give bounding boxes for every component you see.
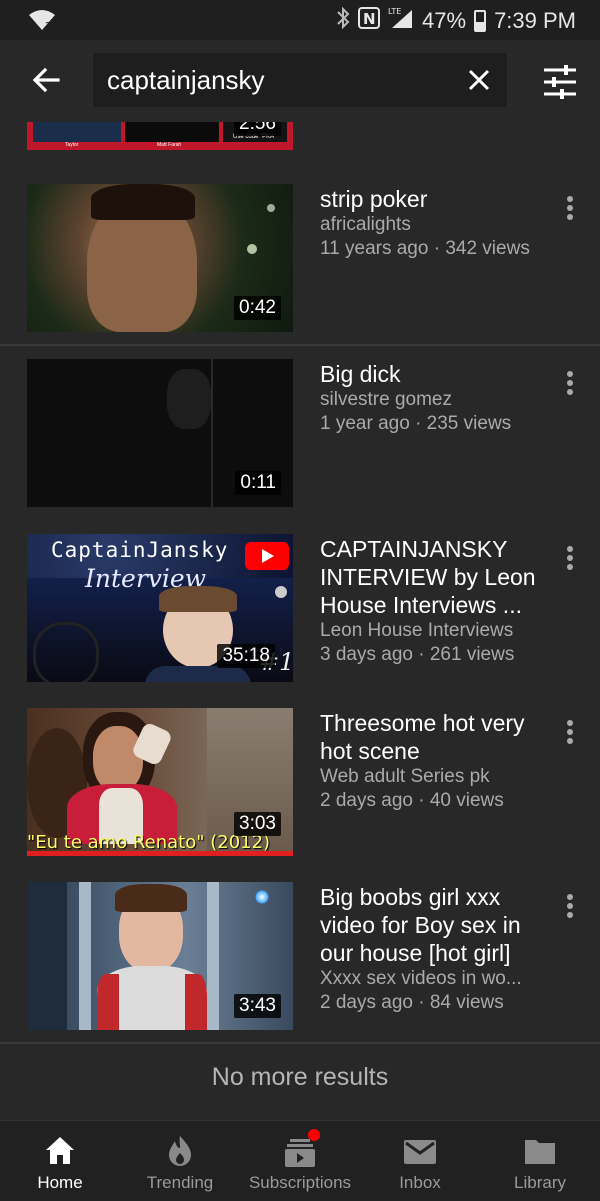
video-duration: 2:56 bbox=[234, 122, 281, 136]
video-age-views: 1 year ago · 235 views bbox=[320, 413, 512, 434]
video-title[interactable]: Big boobs girl xxx video for Boy sex in … bbox=[320, 883, 548, 967]
channel-name: Xxxx sex videos in wo... bbox=[320, 968, 522, 989]
list-item[interactable]: CaptainJansky Interview #1 35:18 CAPTAIN… bbox=[0, 534, 600, 684]
nav-subscriptions[interactable]: Subscriptions bbox=[240, 1121, 360, 1201]
video-duration: 35:18 bbox=[217, 644, 275, 668]
flame-icon bbox=[162, 1133, 198, 1169]
folder-icon bbox=[522, 1133, 558, 1169]
thumb-caption: Matt Farah bbox=[157, 142, 182, 148]
channel-name: silvestre gomez bbox=[320, 389, 452, 410]
no-more-results-label: No more results bbox=[211, 1063, 389, 1091]
channel-name: africalights bbox=[320, 214, 411, 235]
nav-label: Inbox bbox=[399, 1173, 441, 1192]
video-age-views: 3 days ago · 261 views bbox=[320, 644, 515, 665]
nav-label: Trending bbox=[146, 1173, 214, 1192]
video-duration: 3:03 bbox=[234, 812, 281, 836]
more-options-icon[interactable] bbox=[560, 718, 580, 748]
video-thumbnail[interactable]: 3:43 bbox=[27, 882, 293, 1030]
notification-dot bbox=[308, 1129, 320, 1141]
status-bar: ? N LTE 47% 7:39 PM bbox=[0, 0, 600, 40]
divider bbox=[0, 344, 600, 346]
list-item[interactable]: 0:42 strip poker africalights 11 years a… bbox=[0, 184, 600, 334]
video-thumbnail[interactable]: CaptainJansky Interview #1 35:18 bbox=[27, 534, 293, 682]
svg-text:?: ? bbox=[45, 20, 51, 32]
nav-label: Library bbox=[514, 1173, 566, 1192]
list-item[interactable]: 3:43 Big boobs girl xxx video for Boy se… bbox=[0, 882, 600, 1032]
back-arrow-icon[interactable] bbox=[26, 60, 66, 100]
video-title[interactable]: Threesome hot very hot scene bbox=[320, 709, 548, 765]
video-thumbnail[interactable]: 0:42 bbox=[27, 184, 293, 332]
mail-icon bbox=[402, 1133, 438, 1169]
video-title[interactable]: Big dick bbox=[320, 360, 548, 388]
filter-icon[interactable] bbox=[540, 62, 580, 102]
nfc-icon: N bbox=[358, 7, 381, 35]
channel-name: Web adult Series pk bbox=[320, 766, 490, 787]
thumb-caption: Taylor bbox=[65, 142, 79, 148]
nav-library[interactable]: Library bbox=[480, 1121, 600, 1201]
more-options-icon[interactable] bbox=[560, 892, 580, 922]
clock-time: 7:39 PM bbox=[494, 8, 576, 33]
search-app-bar bbox=[0, 40, 600, 122]
video-thumbnail[interactable]: Taylor Matt Farah Use code "PKA" 2:56 bbox=[27, 122, 293, 150]
more-options-icon[interactable] bbox=[560, 369, 580, 399]
nav-inbox[interactable]: Inbox bbox=[360, 1121, 480, 1201]
home-icon bbox=[42, 1133, 78, 1169]
nav-trending[interactable]: Trending bbox=[120, 1121, 240, 1201]
thumb-title-text: CaptainJansky bbox=[51, 538, 229, 562]
nav-label: Subscriptions bbox=[248, 1173, 352, 1192]
video-thumbnail[interactable]: "Eu te amo Renato" (2012) 3:03 bbox=[27, 708, 293, 856]
network-type-label: LTE bbox=[388, 7, 401, 16]
video-duration: 0:42 bbox=[234, 296, 281, 320]
youtube-logo-icon bbox=[245, 542, 289, 570]
channel-name: Leon House Interviews bbox=[320, 620, 514, 641]
video-duration: 0:11 bbox=[235, 471, 281, 495]
svg-text:N: N bbox=[363, 10, 376, 28]
list-item[interactable]: "Eu te amo Renato" (2012) 3:03 Threesome… bbox=[0, 708, 600, 858]
video-thumbnail[interactable]: 0:11 bbox=[27, 359, 293, 507]
nav-label: Home bbox=[37, 1173, 83, 1192]
search-input[interactable] bbox=[107, 53, 447, 107]
more-options-icon[interactable] bbox=[560, 194, 580, 224]
clear-search-icon[interactable] bbox=[465, 66, 493, 94]
list-item[interactable]: 0:11 Big dick silvestre gomez 1 year ago… bbox=[0, 359, 600, 509]
video-duration: 3:43 bbox=[234, 994, 281, 1018]
video-age-views: 2 days ago · 40 views bbox=[320, 790, 504, 811]
search-box[interactable] bbox=[93, 53, 507, 107]
bluetooth-icon bbox=[336, 6, 350, 36]
video-age-views: 11 years ago · 342 views bbox=[320, 238, 530, 259]
search-results-list[interactable]: Taylor Matt Farah Use code "PKA" 2:56 0:… bbox=[0, 122, 600, 1120]
list-item-partial[interactable]: Taylor Matt Farah Use code "PKA" 2:56 bbox=[0, 122, 600, 158]
wifi-icon: ? bbox=[28, 8, 56, 38]
bottom-navigation: Home Trending Subscriptions Inbox Librar… bbox=[0, 1120, 600, 1201]
battery-percent: 47% bbox=[422, 8, 467, 33]
video-age-views: 2 days ago · 84 views bbox=[320, 992, 504, 1013]
video-title[interactable]: CAPTAINJANSKY INTERVIEW by Leon House In… bbox=[320, 535, 548, 619]
nav-home[interactable]: Home bbox=[0, 1121, 120, 1201]
battery-icon bbox=[474, 10, 487, 32]
video-title[interactable]: strip poker bbox=[320, 185, 548, 213]
more-options-icon[interactable] bbox=[560, 544, 580, 574]
signal-icon: LTE bbox=[388, 6, 414, 36]
